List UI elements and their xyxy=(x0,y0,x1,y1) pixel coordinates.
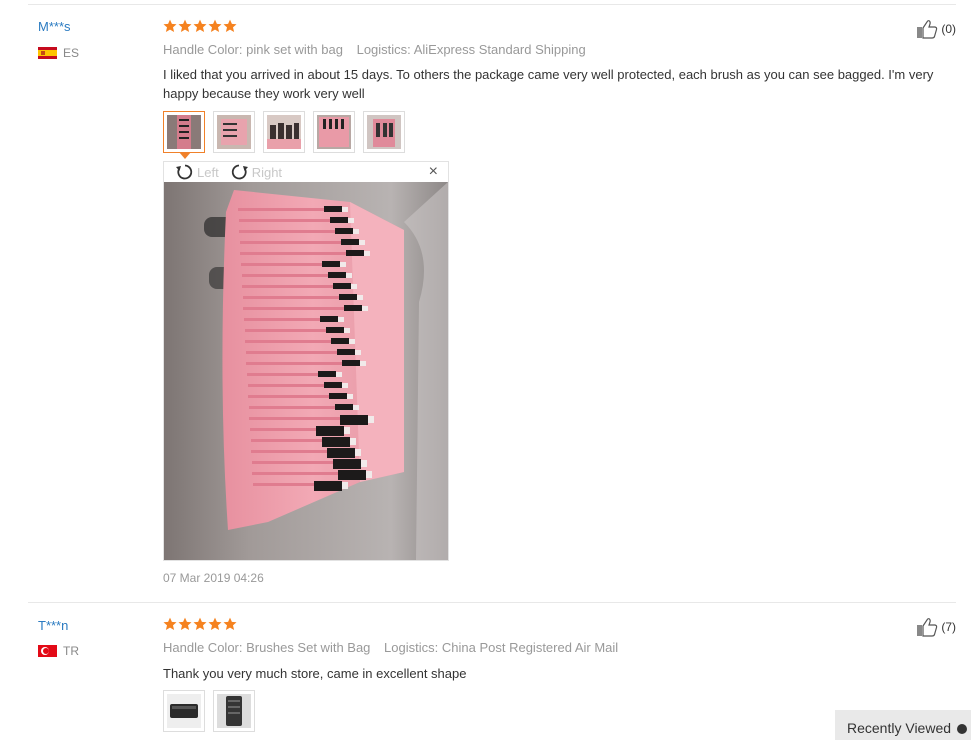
recently-viewed-tab[interactable]: Recently Viewed xyxy=(835,710,971,740)
reviewer-country: TR xyxy=(38,644,79,658)
logistics-label: Logistics: xyxy=(356,42,411,57)
reviewer-name[interactable]: T***n xyxy=(38,618,68,633)
rotate-left-button[interactable]: Left xyxy=(174,163,219,181)
review-photo-thumb[interactable] xyxy=(213,690,255,732)
rotate-left-label: Left xyxy=(197,164,219,180)
rotate-right-icon xyxy=(231,164,248,180)
close-viewer-button[interactable]: × xyxy=(429,163,438,181)
review-photo-thumb[interactable] xyxy=(163,690,205,732)
star-icon xyxy=(178,617,192,631)
turkey-flag-icon xyxy=(38,645,57,657)
photo-viewer: Left Right × xyxy=(163,161,449,561)
country-code: TR xyxy=(63,644,79,658)
star-icon xyxy=(208,617,222,631)
review-meta: Handle Color: Brushes Set with Bag Logis… xyxy=(163,640,618,655)
review-photo-thumb[interactable] xyxy=(213,111,255,153)
rotate-left-icon xyxy=(176,164,193,180)
rotate-right-label: Right xyxy=(251,164,283,180)
thumbs-up-icon xyxy=(916,617,938,637)
review-photo-large xyxy=(164,182,448,560)
star-icon xyxy=(163,617,177,631)
star-rating xyxy=(163,617,237,631)
star-icon xyxy=(223,617,237,631)
review-text: I liked that you arrived in about 15 day… xyxy=(163,67,934,101)
star-icon xyxy=(193,19,207,33)
star-icon xyxy=(178,19,192,33)
review-photo-thumb[interactable] xyxy=(163,111,205,153)
review-thumbnails xyxy=(163,111,405,153)
review-photo-thumb[interactable] xyxy=(263,111,305,153)
review-thumbnails xyxy=(163,690,255,732)
active-thumb-pointer xyxy=(179,152,191,159)
star-rating xyxy=(163,19,237,33)
rotate-right-button[interactable]: Right xyxy=(229,163,282,181)
spain-flag-icon xyxy=(38,47,57,59)
logistics-value: China Post Registered Air Mail xyxy=(441,640,619,655)
star-icon xyxy=(208,19,222,33)
thumbs-up-icon xyxy=(916,19,938,39)
review-text: Thank you very much store, came in excel… xyxy=(163,666,467,681)
logistics-value: AliExpress Standard Shipping xyxy=(413,42,586,57)
helpful-button[interactable]: (0) xyxy=(916,19,956,39)
helpful-count: (0) xyxy=(941,22,956,36)
review-date: 07 Mar 2019 04:26 xyxy=(163,571,264,585)
logistics-label: Logistics: xyxy=(384,640,439,655)
review-item: T***n TR Handle Color: Brushes Set with … xyxy=(0,603,971,740)
handle-color-value: Brushes Set with Bag xyxy=(246,640,371,655)
viewer-toolbar: Left Right × xyxy=(164,162,448,182)
review-photo-thumb[interactable] xyxy=(363,111,405,153)
helpful-button[interactable]: (7) xyxy=(916,617,956,637)
review-photo-thumb[interactable] xyxy=(313,111,355,153)
star-icon xyxy=(163,19,177,33)
review-meta: Handle Color: pink set with bag Logistic… xyxy=(163,42,586,57)
country-code: ES xyxy=(63,46,80,60)
handle-color-label: Handle Color: xyxy=(163,42,243,57)
handle-color-value: pink set with bag xyxy=(246,42,343,57)
helpful-count: (7) xyxy=(941,620,956,634)
star-icon xyxy=(193,617,207,631)
recently-viewed-label: Recently Viewed xyxy=(847,720,952,736)
reviewer-country: ES xyxy=(38,46,79,60)
reviewer-name[interactable]: M***s xyxy=(38,19,71,34)
review-item: M***s ES Handle Color: pink set with bag… xyxy=(0,0,971,602)
expand-icon xyxy=(957,724,968,734)
star-icon xyxy=(223,19,237,33)
handle-color-label: Handle Color: xyxy=(163,640,243,655)
